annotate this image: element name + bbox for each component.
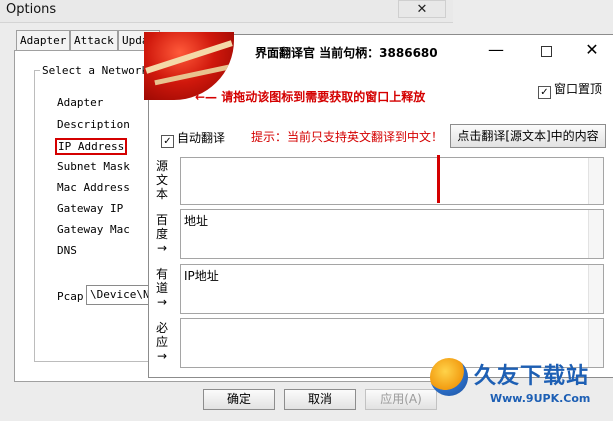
scrollbar[interactable] [588,265,603,313]
close-icon: ✕ [585,40,599,59]
row-label-text: 有道→ [155,267,168,309]
baidu-result-content: 地址 [184,214,209,228]
tab-attack[interactable]: Attack [70,30,118,51]
field-ip-address: IP Address [55,138,128,155]
minimize-icon: — [488,40,504,59]
source-text-box[interactable] [180,155,604,205]
baidu-label: 百度→ [155,213,171,255]
field-gateway-mac: Gateway Mac [57,223,130,236]
auto-translate-checkbox[interactable]: ✓ 自动翻译 [161,129,225,148]
row-label-text: 百度→ [155,213,168,255]
row-label-text: 必应→ [155,321,168,363]
ok-button[interactable]: 确定 [203,389,275,410]
tab-adapter[interactable]: Adapter [16,30,71,51]
translator-window: 界面翻译官 当前句柄：3886680 — ✕ ←— 请拖动该图标到需要获取的窗口… [144,32,613,378]
translate-button[interactable]: 点击翻译[源文本]中的内容 [450,124,606,148]
maximize-icon [540,46,552,57]
checkbox-checked-icon: ✓ [538,86,551,99]
pcap-label: Pcap [57,290,84,303]
auto-translate-label: 自动翻译 [177,131,226,145]
baidu-result-box[interactable]: 地址 [180,209,604,259]
field-mac-address: Mac Address [57,181,130,194]
biying-label: 必应→ [155,321,171,363]
apply-button[interactable]: 应用(A) [365,389,437,410]
checkbox-checked-icon: ✓ [161,135,174,148]
youdao-result-content: IP地址 [184,269,219,283]
options-titlebar: Options ✕ [0,0,453,23]
close-icon: ✕ [416,1,428,17]
row-label-text: 源文本 [155,159,168,201]
translator-close-button[interactable]: ✕ [577,41,607,61]
youdao-label: 有道→ [155,267,171,309]
watermark: 久友下载站 Www.9UPK.Com [430,358,613,421]
minimize-button[interactable]: — [481,41,511,61]
watermark-name: 久友下载站 [474,364,590,389]
translator-title: 界面翻译官 当前句柄：3886680 [255,46,438,60]
field-adapter: Adapter [57,96,104,109]
options-close-button[interactable]: ✕ [398,0,446,18]
source-text-label: 源文本 [155,159,171,201]
field-dns: DNS [57,244,77,257]
cursor-marker [437,155,440,203]
drag-hint-text: ←— 请拖动该图标到需要获取的窗口上释放 [195,90,426,104]
site-logo-icon [430,358,468,396]
scrollbar[interactable] [588,210,603,258]
cancel-button[interactable]: 取消 [284,389,356,410]
options-title: Options [6,2,57,17]
maximize-button[interactable] [531,41,561,61]
always-on-top-label: 窗口置顶 [554,82,603,96]
tip-text: 提示：当前只支持英文翻译到中文！ [251,130,444,144]
field-gateway-ip: Gateway IP [57,202,124,215]
field-description: Description [57,118,130,131]
scrollbar[interactable] [588,158,603,204]
youdao-result-box[interactable]: IP地址 [180,264,604,314]
watermark-url: Www.9UPK.Com [490,392,591,405]
always-on-top-checkbox[interactable]: ✓ 窗口置顶 [538,80,602,99]
field-subnet-mask: Subnet Mask [57,160,130,173]
